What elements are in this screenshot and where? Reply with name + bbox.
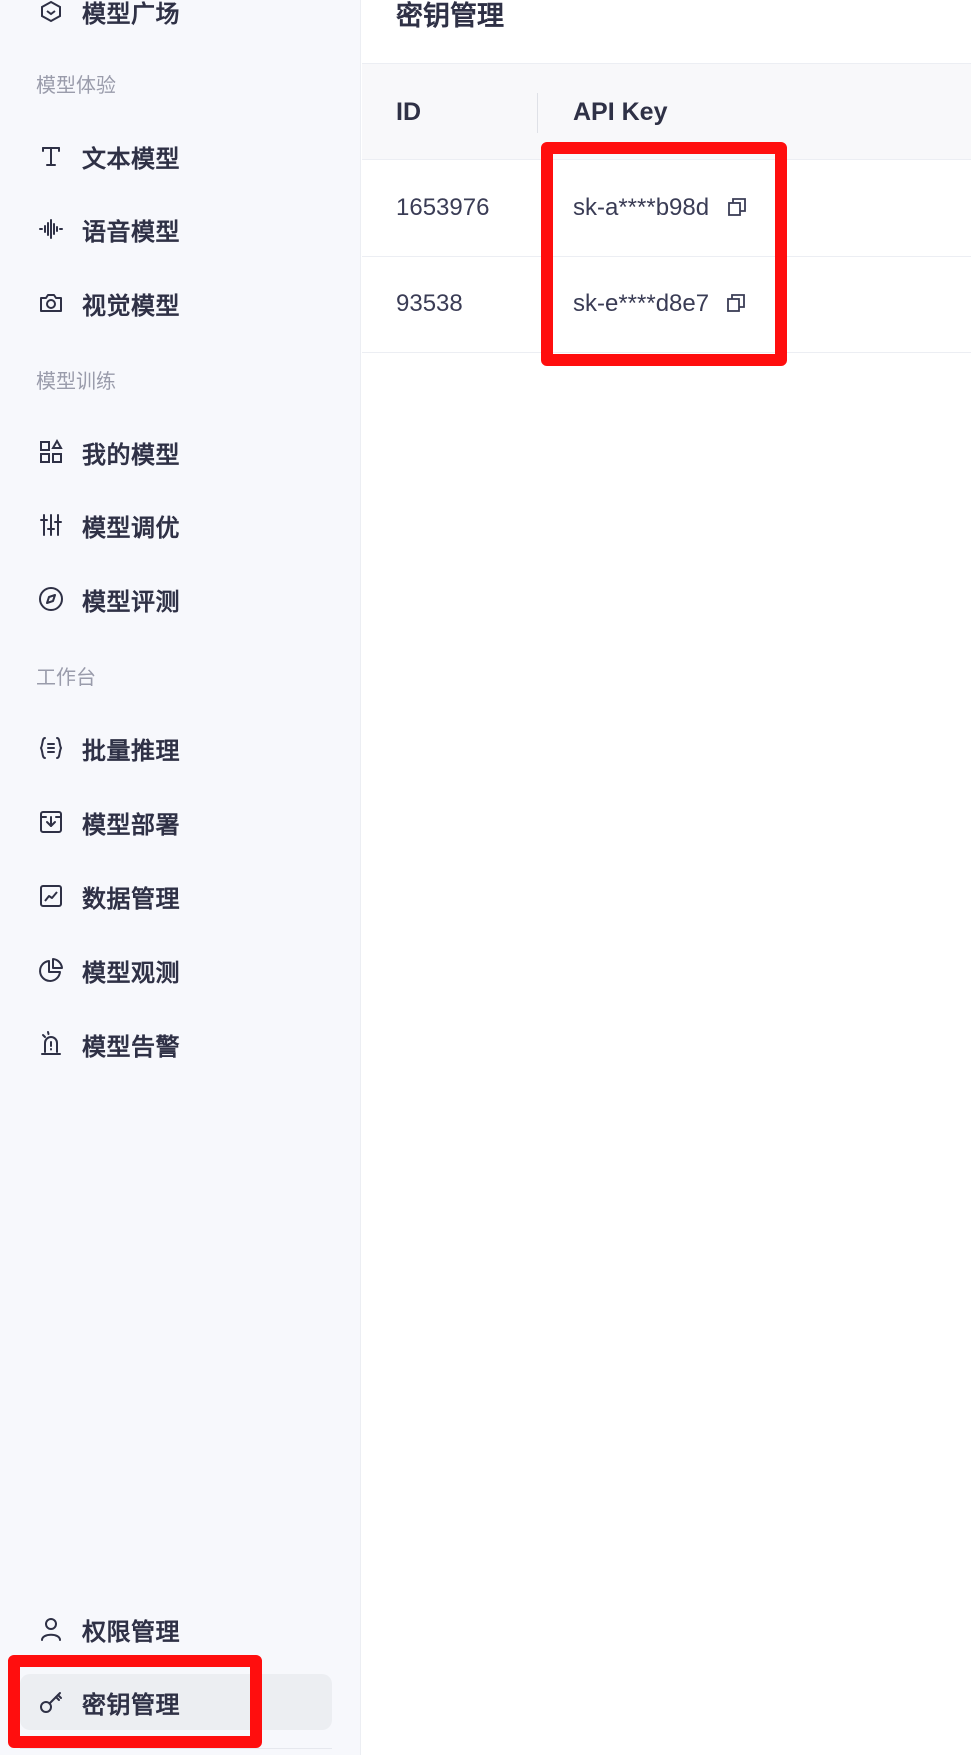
sidebar-item-text-model[interactable]: 文本模型 [20, 128, 332, 184]
voice-wave-icon [36, 214, 66, 244]
user-icon [36, 1614, 66, 1644]
table-row: 1653976 sk-a****b98d [362, 161, 971, 257]
sidebar-item-label: 批量推理 [82, 737, 180, 765]
sidebar-item-label: 我的模型 [82, 441, 180, 469]
sidebar-item-label: 文本模型 [82, 145, 180, 173]
copy-icon[interactable] [726, 196, 748, 218]
table-row: 93538 sk-e****d8e7 [362, 257, 971, 353]
download-box-icon [36, 807, 66, 837]
column-header-id: ID [396, 98, 421, 126]
section-title-training: 模型训练 [36, 371, 116, 393]
app-window: 模型广场 模型体验 文本模型 语音模型 视觉模型 模型训练 我的模型 模型调优 … [0, 0, 971, 1755]
sidebar-item-key-management[interactable]: 密钥管理 [20, 1674, 332, 1730]
sidebar-item-model-observe[interactable]: 模型观测 [20, 942, 332, 998]
sidebar-item-label: 语音模型 [82, 218, 180, 246]
row-api-key: sk-e****d8e7 [573, 290, 710, 317]
sidebar-item-data-management[interactable]: 数据管理 [20, 868, 332, 924]
sidebar-divider [20, 1748, 332, 1749]
line-chart-icon [36, 881, 66, 911]
main-content: 密钥管理 ID API Key 1653976 sk-a****b98d 935… [362, 0, 971, 1755]
text-icon [36, 141, 66, 171]
key-icon [36, 1687, 66, 1717]
sidebar-item-label: 数据管理 [82, 885, 180, 913]
sliders-icon [36, 510, 66, 540]
section-title-workbench: 工作台 [36, 667, 96, 689]
sidebar-item-model-plaza[interactable]: 模型广场 [20, 0, 332, 39]
sidebar-item-label: 视觉模型 [82, 292, 180, 320]
braces-list-icon [36, 733, 66, 763]
sidebar-item-my-models[interactable]: 我的模型 [20, 424, 332, 480]
sidebar-item-model-alert[interactable]: 模型告警 [20, 1016, 332, 1072]
sidebar-item-vision-model[interactable]: 视觉模型 [20, 275, 332, 331]
sidebar-item-label: 模型广场 [82, 0, 180, 28]
model-plaza-icon [36, 0, 66, 26]
copy-icon[interactable] [725, 292, 747, 314]
sidebar-item-voice-model[interactable]: 语音模型 [20, 201, 332, 257]
sidebar-item-label: 模型评测 [82, 588, 180, 616]
table-header: ID API Key [362, 64, 971, 160]
sidebar-item-model-eval[interactable]: 模型评测 [20, 571, 332, 627]
sidebar-item-model-deploy[interactable]: 模型部署 [20, 794, 332, 850]
column-divider [537, 93, 538, 133]
sidebar-item-batch-inference[interactable]: 批量推理 [20, 720, 332, 776]
sidebar-item-label: 模型观测 [82, 959, 180, 987]
sidebar-item-permission[interactable]: 权限管理 [20, 1601, 332, 1657]
row-id: 93538 [396, 290, 463, 317]
compass-icon [36, 584, 66, 614]
section-title-experience: 模型体验 [36, 75, 116, 97]
row-api-key: sk-a****b98d [573, 194, 710, 221]
sidebar-item-model-tuning[interactable]: 模型调优 [20, 497, 332, 553]
column-header-api-key: API Key [573, 98, 668, 126]
sidebar-item-label: 模型告警 [82, 1033, 180, 1061]
row-id: 1653976 [396, 194, 490, 221]
sidebar: 模型广场 模型体验 文本模型 语音模型 视觉模型 模型训练 我的模型 模型调优 … [0, 0, 361, 1755]
apps-grid-icon [36, 437, 66, 467]
alarm-icon [36, 1029, 66, 1059]
camera-icon [36, 288, 66, 318]
sidebar-item-label: 密钥管理 [82, 1691, 180, 1719]
pie-chart-icon [36, 955, 66, 985]
sidebar-item-label: 模型调优 [82, 514, 180, 542]
page-title: 密钥管理 [396, 1, 504, 31]
sidebar-item-label: 模型部署 [82, 811, 180, 839]
sidebar-item-label: 权限管理 [82, 1618, 180, 1646]
